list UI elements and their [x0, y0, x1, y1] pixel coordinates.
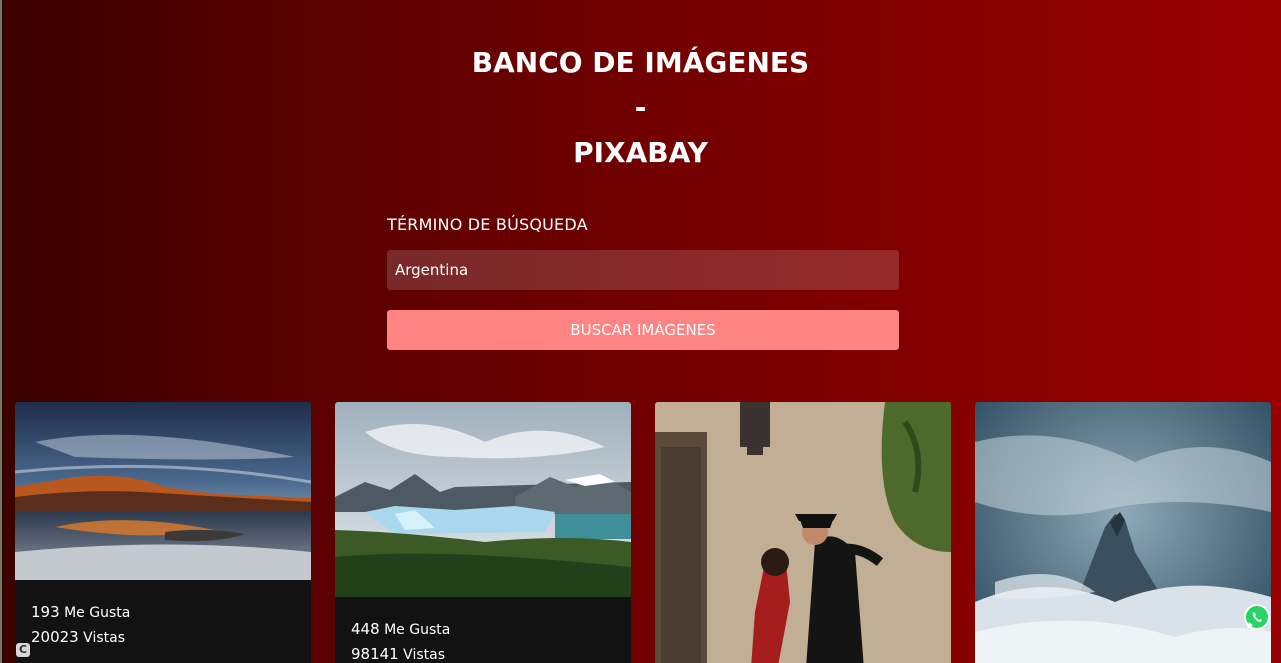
image-card[interactable]: 193 Me Gusta 20023 Vistas [15, 402, 311, 663]
likes-count: 448 [351, 620, 380, 638]
image-card[interactable]: 448 Me Gusta 98141 Vistas [335, 402, 631, 663]
c-badge-icon[interactable]: C [16, 643, 30, 657]
card-stats: 193 Me Gusta 20023 Vistas [15, 580, 311, 650]
views-count: 98141 [351, 645, 399, 663]
search-button[interactable]: BUSCAR IMÁGENES [387, 310, 899, 350]
search-label: TÉRMINO DE BÚSQUEDA [387, 215, 588, 234]
likes-stat: 193 Me Gusta [31, 600, 295, 625]
whatsapp-icon[interactable] [1243, 603, 1271, 631]
card-image[interactable] [335, 402, 631, 597]
views-stat: 98141 Vistas [351, 642, 615, 663]
image-card[interactable] [975, 402, 1271, 663]
page-subtitle: PIXABAY [573, 136, 708, 169]
views-label: Vistas [403, 647, 445, 663]
card-stats: 448 Me Gusta 98141 Vistas [335, 597, 631, 663]
card-image[interactable] [655, 402, 951, 663]
likes-label: Me Gusta [64, 605, 131, 621]
title-separator: - [634, 91, 647, 124]
search-form: TÉRMINO DE BÚSQUEDA BUSCAR IMÁGENES [387, 213, 899, 350]
card-image[interactable] [975, 402, 1271, 663]
likes-count: 193 [31, 603, 60, 621]
likes-label: Me Gusta [384, 622, 451, 638]
page-title: BANCO DE IMÁGENES [471, 46, 810, 79]
image-card[interactable] [655, 402, 951, 663]
card-image[interactable] [15, 402, 311, 580]
views-stat: 20023 Vistas [31, 625, 295, 650]
likes-stat: 448 Me Gusta [351, 617, 615, 642]
search-input[interactable] [387, 250, 899, 290]
page-header: BANCO DE IMÁGENES - PIXABAY [0, 40, 1281, 175]
views-label: Vistas [83, 630, 125, 646]
views-count: 20023 [31, 628, 79, 646]
